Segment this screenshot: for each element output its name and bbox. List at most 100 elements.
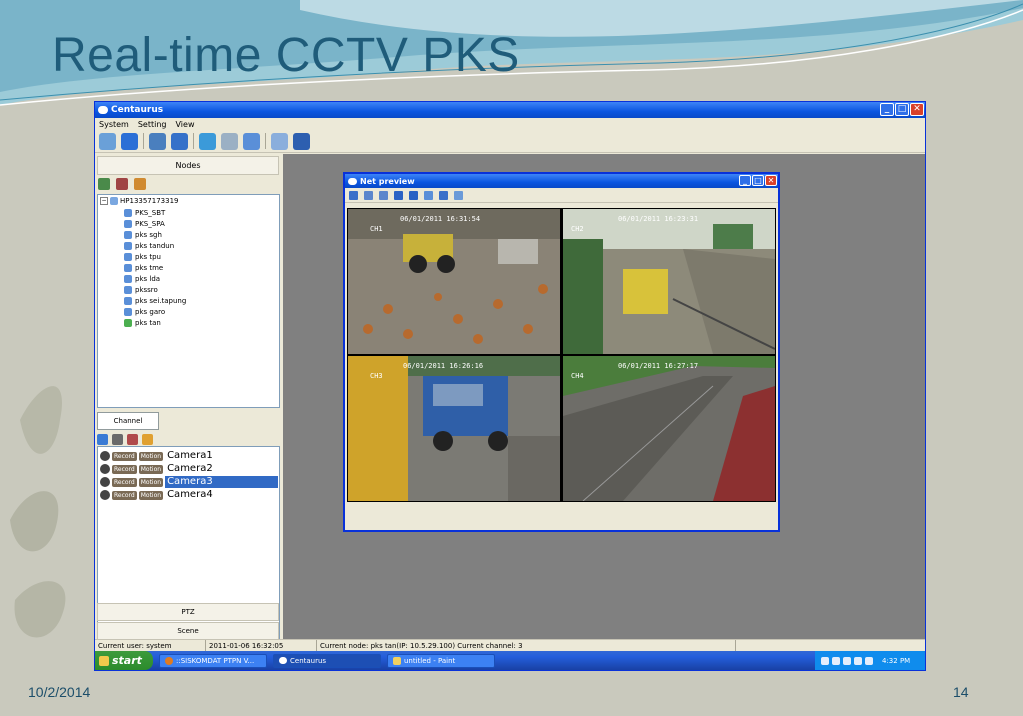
channel-overlay: CH3 <box>370 372 383 380</box>
tab-channel[interactable]: Channel <box>97 412 159 430</box>
motion-tag[interactable]: Motion <box>138 464 164 474</box>
tree-node[interactable]: pks tandun <box>124 241 174 251</box>
clock[interactable]: 4:32 PM <box>882 657 910 665</box>
motion-tag[interactable]: Motion <box>138 451 164 461</box>
tree-node[interactable]: pks tpu <box>124 252 161 262</box>
camera-row[interactable]: Record Motion Camera1 <box>100 450 278 462</box>
camera-icon <box>100 490 110 500</box>
user-icon[interactable] <box>134 178 146 190</box>
network-icon[interactable] <box>843 656 851 665</box>
settings-icon[interactable] <box>271 132 288 150</box>
nodes-header[interactable]: Nodes <box>97 156 279 175</box>
left-panel: Nodes − HP13357173319 PKS_SBT PKS_SPA pk… <box>95 154 281 651</box>
preview-maximize-button[interactable]: □ <box>752 175 764 186</box>
stop-record-icon[interactable] <box>127 433 138 445</box>
preview-minimize-button[interactable]: _ <box>739 175 751 186</box>
taskbar-item-paint[interactable]: untitled - Paint <box>387 653 495 668</box>
volume-icon[interactable] <box>865 656 873 665</box>
channel-toolbar <box>97 432 153 446</box>
snapshot-icon[interactable] <box>424 190 433 200</box>
record-tag[interactable]: Record <box>112 451 137 461</box>
node-label: PKS_SPA <box>135 220 165 228</box>
menu-setting[interactable]: Setting <box>138 120 167 129</box>
menu-system[interactable]: System <box>99 120 129 129</box>
play-icon[interactable] <box>121 132 138 150</box>
motion-tag[interactable]: Motion <box>138 490 164 500</box>
camera-feed-2[interactable]: 06/01/2011 16:23:31 CH2 <box>563 209 775 354</box>
tree-node[interactable]: pks lda <box>124 274 160 284</box>
menu-view[interactable]: View <box>176 120 195 129</box>
stop-icon[interactable] <box>409 190 418 200</box>
camera-row[interactable]: Record Motion Camera2 <box>100 463 278 475</box>
tree-node[interactable]: PKS_SPA <box>124 219 165 229</box>
tree-node[interactable]: pks tan <box>124 318 161 328</box>
close-button[interactable]: ✕ <box>910 103 924 116</box>
lock-icon[interactable] <box>142 433 153 445</box>
motion-tag[interactable]: Motion <box>138 477 164 487</box>
fit-icon[interactable] <box>379 190 388 200</box>
taskbar-item-siskomdat[interactable]: ::SISKOMDAT PTPN V... <box>159 653 267 668</box>
ptz-button[interactable]: PTZ <box>97 603 279 621</box>
help-icon[interactable] <box>821 656 829 665</box>
node-label: pks tan <box>135 319 161 327</box>
record-all-icon[interactable] <box>112 433 123 445</box>
node-label: pks lda <box>135 275 161 283</box>
save-icon[interactable] <box>171 132 188 150</box>
record-tag[interactable]: Record <box>112 464 137 474</box>
record-tag[interactable]: Record <box>112 477 137 487</box>
fullscreen-icon[interactable] <box>364 190 373 200</box>
tree-node[interactable]: pkssro <box>124 285 158 295</box>
taskbar: start ::SISKOMDAT PTPN V... Centaurus un… <box>95 651 925 670</box>
preview-close-button[interactable]: ✕ <box>765 175 777 186</box>
camera-feed-4[interactable]: 06/01/2011 16:27:17 CH4 <box>563 356 775 501</box>
delete-node-icon[interactable] <box>116 178 128 190</box>
scene-button[interactable]: Scene <box>97 622 279 640</box>
tree-node[interactable]: pks sgh <box>124 230 162 240</box>
camera-feed-1[interactable]: 06/01/2011 16:31:54 CH1 <box>348 209 560 354</box>
toolbar-separator <box>193 133 194 149</box>
start-button[interactable]: start <box>95 651 153 670</box>
add-node-icon[interactable] <box>98 178 110 190</box>
toolbar-separator <box>265 133 266 149</box>
refresh-icon[interactable] <box>454 190 463 200</box>
network-icon[interactable] <box>854 656 862 665</box>
layout-icon[interactable] <box>149 132 166 150</box>
start-label: start <box>112 654 142 667</box>
minimize-button[interactable]: _ <box>880 103 894 116</box>
camera-name: Camera2 <box>167 463 213 474</box>
paint-icon <box>393 656 401 665</box>
tree-node[interactable]: pks garo <box>124 307 165 317</box>
search-icon[interactable] <box>221 132 238 150</box>
camera-icon[interactable] <box>293 132 310 150</box>
window-titlebar[interactable]: Centaurus _ □ ✕ <box>95 102 925 118</box>
computer-icon <box>110 197 118 205</box>
record-icon[interactable] <box>439 190 448 200</box>
preview-titlebar[interactable]: Net preview _ □ ✕ <box>345 174 778 188</box>
tree-node[interactable]: PKS_SBT <box>124 208 165 218</box>
grid-layout-icon[interactable] <box>349 190 358 200</box>
window-title: Centaurus <box>111 105 164 115</box>
camera-icon <box>100 451 110 461</box>
collapse-icon[interactable]: − <box>100 197 108 205</box>
preview-app-icon <box>348 177 357 185</box>
refresh-icon[interactable] <box>97 433 108 445</box>
slide-title: Real-time CCTV PKS <box>52 29 520 82</box>
monitor-icon[interactable] <box>99 132 116 150</box>
camera-feed-3[interactable]: 06/01/2011 16:26:16 CH3 <box>348 356 560 501</box>
channel-overlay: CH2 <box>571 225 584 233</box>
network-icon[interactable] <box>832 656 840 665</box>
node-tree: − HP13357173319 PKS_SBT PKS_SPA pks sgh … <box>97 194 280 408</box>
globe-icon[interactable] <box>199 132 216 150</box>
network-icon[interactable] <box>243 132 260 150</box>
taskbar-item-centaurus[interactable]: Centaurus <box>273 653 381 668</box>
camera-row-selected[interactable]: Record Motion Camera3 <box>100 476 278 488</box>
play-icon[interactable] <box>394 190 403 200</box>
camera-grid: 06/01/2011 16:31:54 CH1 06/01/2011 16:23… <box>347 208 776 502</box>
camera-row[interactable]: Record Motion Camera4 <box>100 489 278 501</box>
timestamp-overlay: 06/01/2011 16:23:31 <box>618 215 699 223</box>
maximize-button[interactable]: □ <box>895 103 909 116</box>
tree-node[interactable]: pks tme <box>124 263 163 273</box>
tree-node[interactable]: pks sei.tapung <box>124 296 186 306</box>
tree-root[interactable]: − HP13357173319 <box>100 197 178 205</box>
record-tag[interactable]: Record <box>112 490 137 500</box>
